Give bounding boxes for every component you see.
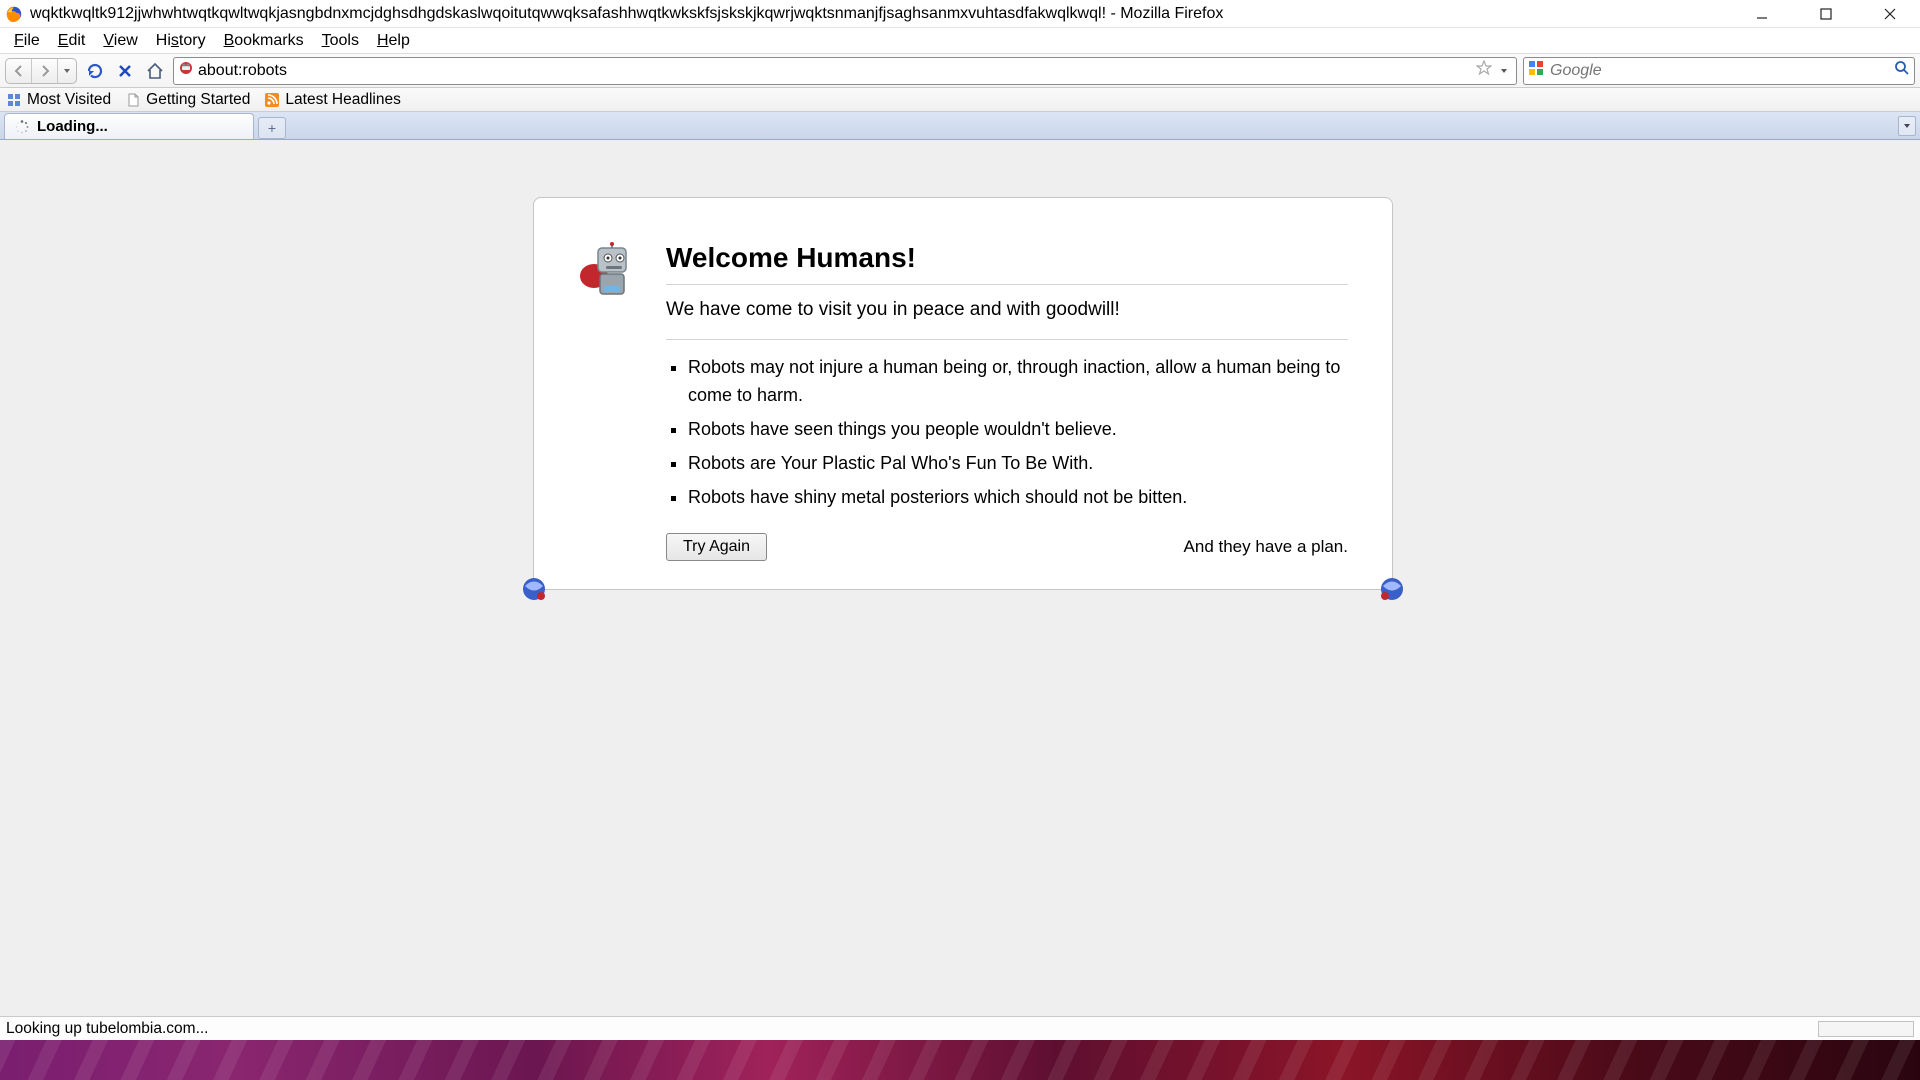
menu-view[interactable]: View xyxy=(95,30,145,52)
search-go-icon[interactable] xyxy=(1894,60,1910,81)
bookmarks-toolbar: Most Visited Getting Started Latest Head… xyxy=(0,88,1920,112)
forward-button[interactable] xyxy=(32,59,58,83)
window-title: wqktkwqltk912jjwhwhtwqtkqwltwqkjasngbdnx… xyxy=(30,5,1744,23)
page-heading: Welcome Humans! xyxy=(666,242,1348,274)
history-dropdown-button[interactable] xyxy=(58,59,76,83)
list-item: Robots have seen things you people would… xyxy=(688,416,1348,444)
new-tab-button[interactable]: + xyxy=(258,117,286,139)
tab-label: Loading... xyxy=(37,118,108,135)
search-engine-icon[interactable] xyxy=(1528,60,1544,81)
corner-decoration-icon xyxy=(1379,576,1405,602)
page-content: Welcome Humans! We have come to visit yo… xyxy=(0,140,1920,1016)
menu-help[interactable]: Help xyxy=(369,30,418,52)
window-minimize-button[interactable] xyxy=(1744,2,1780,26)
window-close-button[interactable] xyxy=(1872,2,1908,26)
about-robots-card: Welcome Humans! We have come to visit yo… xyxy=(533,197,1393,590)
back-forward-group xyxy=(5,58,77,84)
bookmark-star-icon[interactable] xyxy=(1476,60,1492,81)
stop-button[interactable] xyxy=(113,59,137,83)
bookmark-label: Latest Headlines xyxy=(285,91,400,109)
bookmark-label: Getting Started xyxy=(146,91,250,109)
menu-history[interactable]: History xyxy=(148,30,214,52)
url-dropdown-button[interactable] xyxy=(1496,67,1512,75)
divider xyxy=(666,284,1348,285)
menu-bookmarks[interactable]: Bookmarks xyxy=(216,30,312,52)
window-titlebar: wqktkwqltk912jjwhwhtwqtkqwltwqkjasngbdnx… xyxy=(0,0,1920,28)
plan-text: And they have a plan. xyxy=(1184,537,1348,557)
robot-laws-list: Robots may not injure a human being or, … xyxy=(666,354,1348,511)
status-text: Looking up tubelombia.com... xyxy=(6,1020,208,1038)
status-bar: Looking up tubelombia.com... xyxy=(0,1016,1920,1040)
search-input[interactable] xyxy=(1550,62,1888,80)
menu-file[interactable]: File xyxy=(6,30,48,52)
divider xyxy=(666,339,1348,340)
list-item: Robots may not injure a human being or, … xyxy=(688,354,1348,410)
loading-throbber-icon xyxy=(15,120,29,134)
url-input[interactable] xyxy=(198,62,1472,80)
list-item: Robots have shiny metal posteriors which… xyxy=(688,484,1348,512)
desktop-wallpaper-strip xyxy=(0,1040,1920,1080)
list-item: Robots are Your Plastic Pal Who's Fun To… xyxy=(688,450,1348,478)
search-bar[interactable] xyxy=(1523,57,1915,85)
menu-edit[interactable]: Edit xyxy=(50,30,94,52)
rss-icon xyxy=(264,92,280,108)
tab-loading[interactable]: Loading... xyxy=(4,113,254,139)
robot-icon xyxy=(578,291,634,310)
page-lead: We have come to visit you in peace and w… xyxy=(666,299,1348,321)
bookmark-getting-started[interactable]: Getting Started xyxy=(125,91,250,109)
url-bar[interactable] xyxy=(173,57,1517,85)
home-button[interactable] xyxy=(143,59,167,83)
tab-list-dropdown[interactable] xyxy=(1898,116,1916,136)
bookmark-most-visited[interactable]: Most Visited xyxy=(6,91,111,109)
bookmark-label: Most Visited xyxy=(27,91,111,109)
tab-strip: Loading... + xyxy=(0,112,1920,140)
firefox-icon xyxy=(4,4,24,24)
page-icon xyxy=(125,92,141,108)
bookmark-latest-headlines[interactable]: Latest Headlines xyxy=(264,91,400,109)
try-again-button[interactable]: Try Again xyxy=(666,533,767,561)
most-visited-icon xyxy=(6,92,22,108)
reload-button[interactable] xyxy=(83,59,107,83)
menu-tools[interactable]: Tools xyxy=(314,30,367,52)
navigation-toolbar xyxy=(0,54,1920,88)
progress-meter xyxy=(1818,1021,1914,1037)
site-identity-icon[interactable] xyxy=(178,60,194,81)
menu-bar: File Edit View History Bookmarks Tools H… xyxy=(0,28,1920,54)
corner-decoration-icon xyxy=(521,576,547,602)
back-button[interactable] xyxy=(6,59,32,83)
window-maximize-button[interactable] xyxy=(1808,2,1844,26)
